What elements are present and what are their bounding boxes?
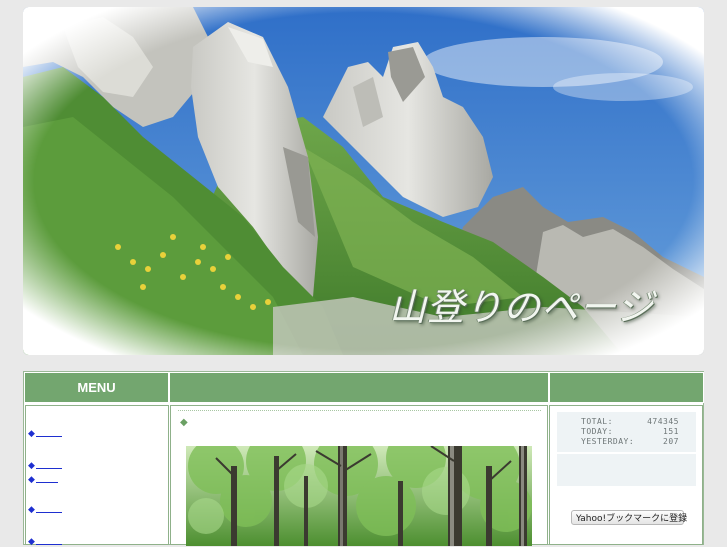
counter-yesterday: YESTERDAY: 207	[581, 437, 679, 446]
counter-today-value: 151	[663, 427, 679, 436]
divider	[178, 410, 541, 411]
diamond-icon: ◆	[28, 428, 35, 438]
counter-total-value: 474345	[647, 417, 679, 426]
site-title: 山登りのページ	[389, 286, 655, 329]
menu-link-label	[35, 505, 62, 514]
counter-today: TODAY: 151	[581, 427, 679, 436]
menu-panel: ◆ ◆ ◆ ◆ ◆	[25, 405, 169, 547]
center-heading	[169, 372, 549, 403]
yahoo-bookmark-label: Yahoo!ブックマークに登録	[576, 514, 688, 524]
counter-today-label: TODAY:	[581, 427, 613, 436]
counter-yesterday-value: 207	[663, 437, 679, 446]
header-banner: 山登りのページ	[23, 7, 704, 355]
menu-link-label	[35, 475, 58, 484]
counter-total-label: TOTAL:	[581, 417, 613, 426]
diamond-icon: ◆	[28, 460, 35, 470]
menu-link-label	[35, 537, 62, 546]
sidebar-right: TOTAL: 474345 TODAY: 151 YESTERDAY: 207 …	[549, 405, 703, 545]
right-heading	[549, 372, 704, 403]
menu-link-label	[35, 461, 62, 470]
access-counter: TOTAL: 474345 TODAY: 151 YESTERDAY: 207	[557, 412, 696, 452]
yahoo-bookmark-button[interactable]: Yahoo!ブックマークに登録	[571, 510, 688, 525]
menu-link-2[interactable]: ◆	[28, 459, 62, 471]
sidebar-widget-box	[557, 454, 696, 486]
menu-link-3[interactable]: ◆	[28, 473, 58, 485]
menu-link-4[interactable]: ◆	[28, 503, 62, 515]
menu-link-5[interactable]: ◆	[28, 535, 62, 547]
diamond-icon: ◆	[28, 474, 35, 484]
main-content: ◆	[170, 405, 548, 546]
counter-total: TOTAL: 474345	[581, 417, 679, 426]
menu-link-1[interactable]: ◆	[28, 427, 62, 439]
forest-photo	[186, 446, 532, 546]
diamond-icon: ◆	[28, 504, 35, 514]
diamond-icon: ◆	[180, 417, 188, 428]
menu-link-label	[35, 429, 62, 438]
menu-heading: MENU	[24, 372, 169, 403]
counter-yesterday-label: YESTERDAY:	[581, 437, 635, 446]
